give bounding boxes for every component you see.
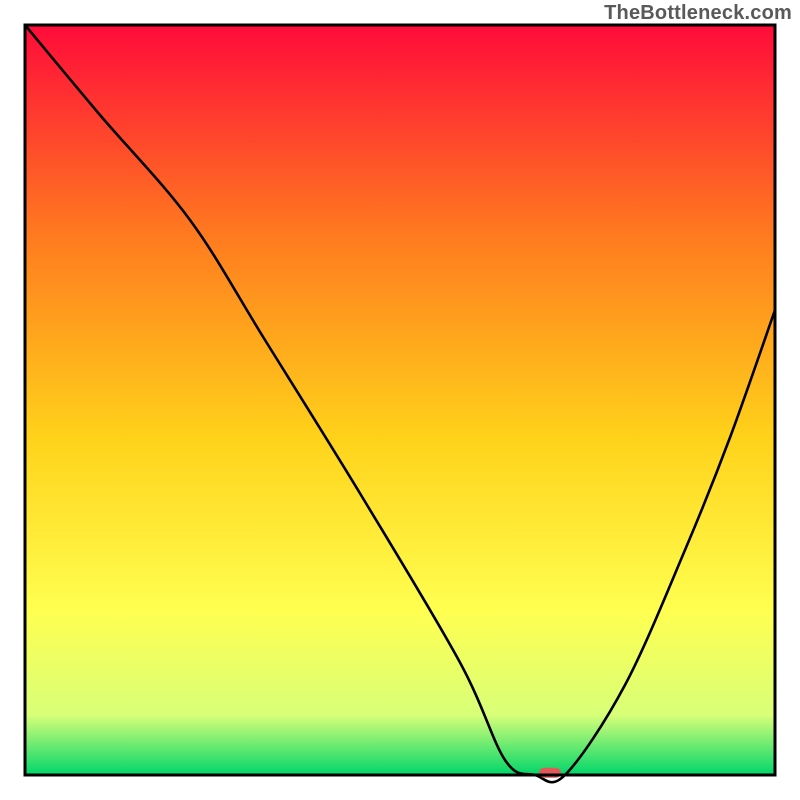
plot-area [25,25,775,782]
watermark-text: TheBottleneck.com [604,2,792,25]
chart-container: TheBottleneck.com [0,0,800,800]
gradient-background [25,25,775,775]
chart-svg [0,0,800,800]
